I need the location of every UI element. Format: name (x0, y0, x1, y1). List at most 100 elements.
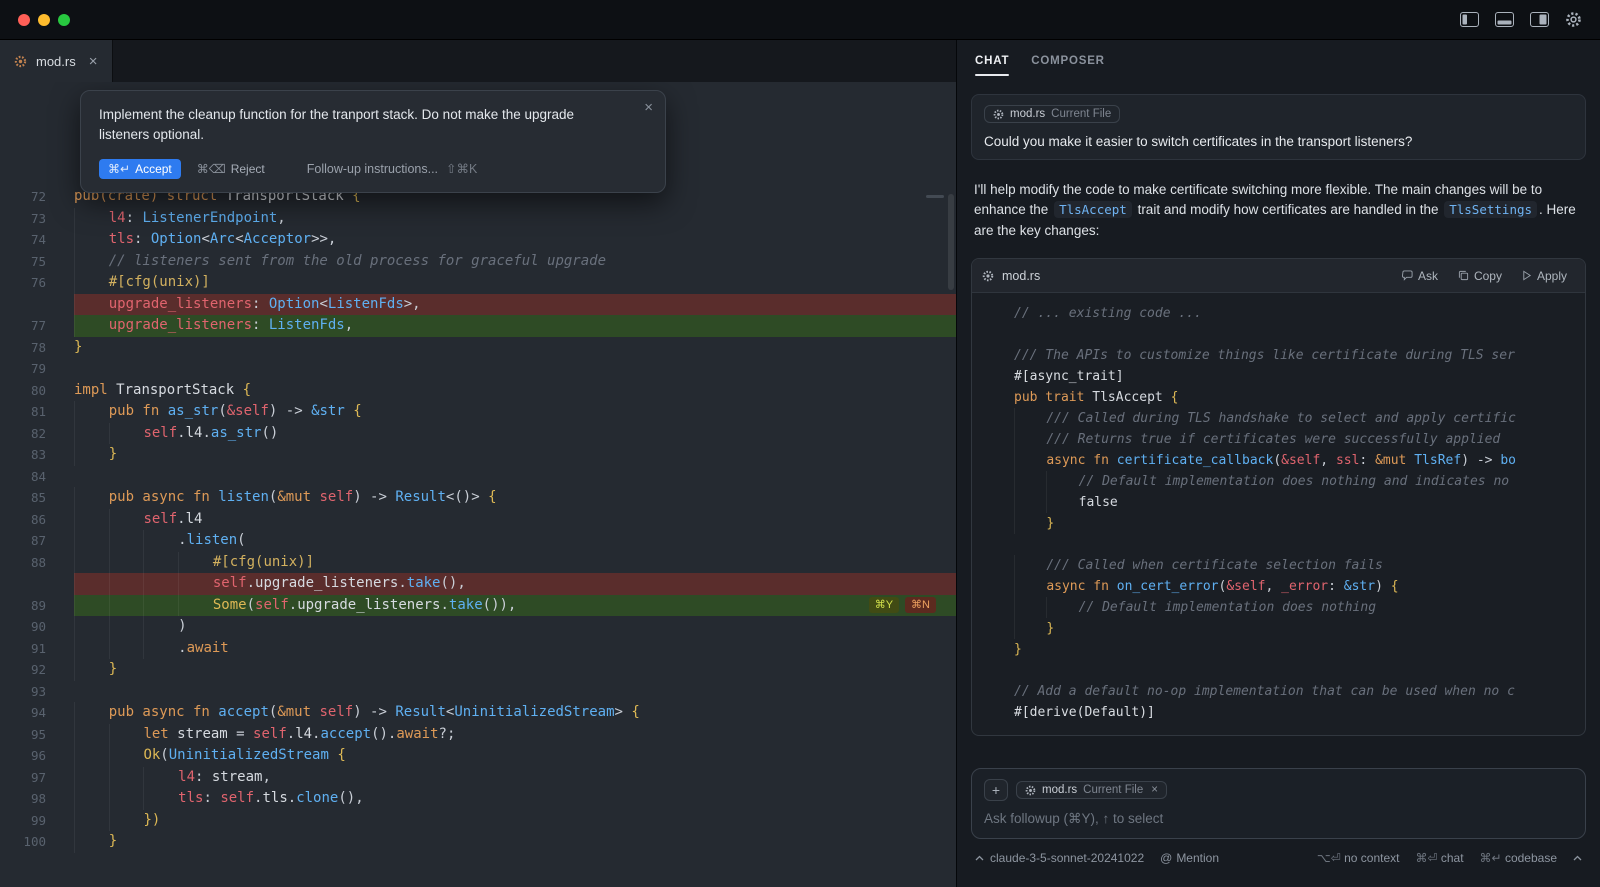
code-line: 77 upgrade_listeners: ListenFds, (0, 315, 956, 337)
code-line (986, 660, 1571, 681)
popup-close-icon[interactable]: × (644, 99, 653, 116)
toggle-right-panel-icon[interactable] (1530, 12, 1549, 27)
copy-label: Copy (1474, 269, 1502, 283)
mention-button[interactable]: @ Mention (1160, 851, 1219, 865)
editor-pane: mod.rs × × Implement the cleanup functio… (0, 40, 957, 887)
code-line: 90 ) (0, 616, 956, 638)
code-line: 92 } (0, 659, 956, 681)
code-line: 97 l4: stream, (0, 767, 956, 789)
tab-close-icon[interactable]: × (89, 53, 98, 70)
line-number: 79 (0, 358, 46, 380)
play-icon (1522, 270, 1532, 281)
code-line: 79 (0, 358, 956, 380)
code-line: 73 l4: ListenerEndpoint, (0, 208, 956, 230)
shortcut-hints: ⌥⏎ no context ⌘⏎ chat ⌘↵ codebase (1317, 851, 1557, 865)
rust-file-icon (982, 270, 994, 282)
line-number: 74 (0, 229, 46, 251)
line-number: 93 (0, 681, 46, 703)
context-file-chip[interactable]: mod.rs Current File (984, 105, 1120, 123)
chip-remove-icon[interactable]: × (1151, 784, 1158, 796)
code-line: 85 pub async fn listen(&mut self) -> Res… (0, 487, 956, 509)
code-line: /// Called when certificate selection fa… (986, 555, 1571, 576)
line-number: 89 (0, 595, 46, 617)
code-lines: 72pub(crate) struct TransportStack {73 l… (0, 82, 956, 853)
line-number: 88 (0, 552, 46, 574)
code-line: 88 #[cfg(unix)] (0, 552, 956, 574)
code-line: #[derive(Default)] (986, 702, 1571, 723)
code-line: 94 pub async fn accept(&mut self) -> Res… (0, 702, 956, 724)
chip-tag: Current File (1083, 784, 1143, 796)
shortcut-hint-codebase[interactable]: ⌘↵ codebase (1480, 851, 1557, 865)
line-number: 82 (0, 423, 46, 445)
code-line: /// Returns true if certificates were su… (986, 429, 1571, 450)
ask-label: Ask (1418, 269, 1438, 283)
add-context-button[interactable]: + (984, 779, 1008, 801)
code-line: async fn certificate_callback(&self, ssl… (986, 450, 1571, 471)
code-line: self.upgrade_listeners.take(), (0, 573, 956, 595)
settings-gear-icon[interactable] (1565, 11, 1582, 28)
minimize-window-button[interactable] (38, 14, 50, 26)
code-line: 74 tls: Option<Arc<Acceptor>>, (0, 229, 956, 251)
line-number: 96 (0, 745, 46, 767)
line-number (0, 294, 46, 316)
line-number: 72 (0, 186, 46, 208)
close-window-button[interactable] (18, 14, 30, 26)
diff-action-badges[interactable]: ⌘Y ⌘N (869, 597, 936, 613)
accept-diff-badge[interactable]: ⌘Y (869, 597, 899, 613)
user-message-text: Could you make it easier to switch certi… (984, 134, 1573, 149)
chevron-up-icon (1573, 855, 1582, 861)
shortcut-hint-no-context[interactable]: ⌥⏎ no context (1317, 851, 1400, 865)
code-line: async fn on_cert_error(&self, _error: &s… (986, 576, 1571, 597)
code-line (986, 324, 1571, 345)
reject-kbd: ⌘⌫ (197, 162, 226, 176)
tab-composer[interactable]: COMPOSER (1031, 40, 1105, 82)
line-number: 90 (0, 616, 46, 638)
toggle-bottom-panel-icon[interactable] (1495, 12, 1514, 27)
code-line: #[async_trait] (986, 366, 1571, 387)
line-number: 87 (0, 530, 46, 552)
model-name: claude-3-5-sonnet-20241022 (990, 851, 1144, 865)
tab-chat[interactable]: CHAT (975, 40, 1009, 82)
reject-diff-badge[interactable]: ⌘N (905, 597, 936, 613)
copy-button[interactable]: Copy (1450, 265, 1510, 287)
tab-mod-rs[interactable]: mod.rs × (0, 40, 113, 82)
line-number: 80 (0, 380, 46, 402)
accept-button[interactable]: ⌘↵ Accept (99, 159, 181, 179)
chevron-up-icon (975, 855, 984, 861)
shortcut-hint-chat[interactable]: ⌘⏎ chat (1415, 851, 1463, 865)
code-line: false (986, 492, 1571, 513)
context-file-chip[interactable]: mod.rs Current File × (1016, 781, 1167, 799)
ask-button[interactable]: Ask (1394, 265, 1446, 287)
chat-code-block: mod.rs Ask Copy (971, 258, 1586, 736)
line-number: 86 (0, 509, 46, 531)
chat-tabbar: CHAT COMPOSER (957, 40, 1600, 82)
line-number: 77 (0, 315, 46, 337)
inline-code: TlsSettings (1444, 201, 1537, 218)
line-number: 98 (0, 788, 46, 810)
chip-filename: mod.rs (1010, 108, 1045, 120)
at-icon: @ (1160, 851, 1172, 865)
line-number: 97 (0, 767, 46, 789)
line-number: 78 (0, 337, 46, 359)
line-number: 91 (0, 638, 46, 660)
line-number: 73 (0, 208, 46, 230)
chat-messages: mod.rs Current File Could you make it ea… (957, 82, 1600, 758)
followup-input[interactable] (984, 811, 1573, 826)
model-selector[interactable]: claude-3-5-sonnet-20241022 (975, 851, 1144, 865)
chip-tag: Current File (1051, 108, 1111, 120)
code-line: 82 self.l4.as_str() (0, 423, 956, 445)
zoom-window-button[interactable] (58, 14, 70, 26)
followup-instructions-field[interactable]: Follow-up instructions... ⇧⌘K (307, 161, 478, 176)
code-editor[interactable]: × Implement the cleanup function for the… (0, 82, 956, 887)
user-message: mod.rs Current File Could you make it ea… (971, 94, 1586, 160)
reject-button[interactable]: ⌘⌫ Reject (197, 162, 265, 176)
line-number: 85 (0, 487, 46, 509)
code-line: /// Called during TLS handshake to selec… (986, 408, 1571, 429)
popup-prompt-text: Implement the cleanup function for the t… (99, 105, 647, 146)
toggle-left-panel-icon[interactable] (1460, 12, 1479, 27)
assistant-response-text: I'll help modify the code to make certif… (974, 180, 1583, 243)
chat-input-box[interactable]: + mod.rs Current File × (971, 768, 1586, 839)
code-line: 89 Some(self.upgrade_listeners.take()),⌘… (0, 595, 956, 617)
apply-button[interactable]: Apply (1514, 265, 1575, 287)
code-line: 91 .await (0, 638, 956, 660)
